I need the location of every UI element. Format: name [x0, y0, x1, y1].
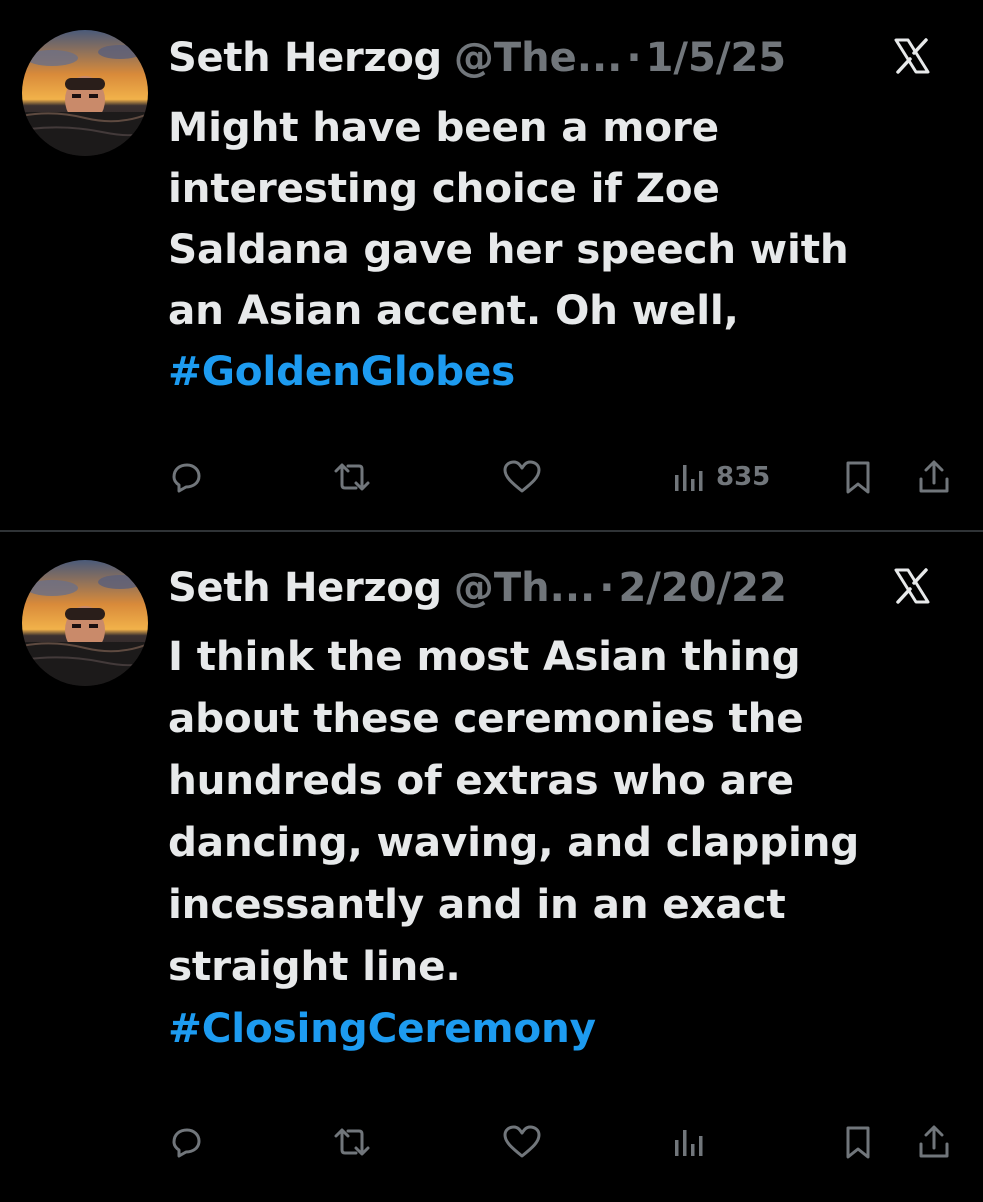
like-button[interactable]	[500, 452, 544, 502]
share-button[interactable]	[914, 452, 954, 502]
tweet-text-line: interesting choice if Zoe	[168, 164, 720, 212]
tweet-date[interactable]: 2/20/22	[618, 565, 786, 611]
repost-icon	[330, 457, 374, 497]
views-icon	[672, 1122, 706, 1162]
separator-dot: ·	[599, 565, 615, 611]
views-button[interactable]	[672, 1117, 716, 1167]
tweet-text-line: dancing, waving, and clapping	[168, 818, 860, 866]
avatar[interactable]	[22, 560, 148, 686]
reply-button[interactable]	[166, 1117, 206, 1167]
views-button[interactable]: 835	[672, 452, 770, 502]
views-icon	[672, 457, 706, 497]
share-icon	[914, 457, 954, 497]
avatar[interactable]	[22, 30, 148, 156]
tweet-text-line: about these ceremonies the	[168, 694, 804, 742]
repost-icon	[330, 1122, 374, 1162]
author-handle[interactable]: @Th...	[454, 565, 595, 611]
like-icon	[500, 457, 544, 497]
tweet-text: I think the most Asian thing about these…	[168, 625, 948, 1059]
tweet-text-line: incessantly and in an exact	[168, 880, 786, 928]
tweet-text: Might have been a more interesting choic…	[168, 97, 948, 402]
tweet-text-line: Might have been a more	[168, 103, 719, 151]
bookmark-icon	[838, 1122, 878, 1162]
hashtag-link[interactable]: #GoldenGlobes	[168, 341, 948, 402]
x-logo-icon	[892, 566, 932, 606]
reply-button[interactable]	[166, 452, 206, 502]
tweet-header: Seth Herzog @The... · 1/5/25	[168, 32, 958, 84]
tweet-text-line: Saldana gave her speech with	[168, 225, 849, 273]
like-icon	[500, 1122, 544, 1162]
bookmark-button[interactable]	[838, 1117, 878, 1167]
repost-button[interactable]	[330, 1117, 374, 1167]
share-button[interactable]	[914, 1117, 954, 1167]
tweet-text-line: an Asian accent. Oh well,	[168, 286, 739, 334]
tweet-header: Seth Herzog @Th... · 2/20/22	[168, 562, 958, 614]
tweet-text-line: hundreds of extras who are	[168, 756, 794, 804]
share-icon	[914, 1122, 954, 1162]
reply-icon	[166, 1122, 206, 1162]
repost-button[interactable]	[330, 452, 374, 502]
author-name[interactable]: Seth Herzog	[168, 35, 442, 81]
author-name[interactable]: Seth Herzog	[168, 565, 442, 611]
hashtag-link[interactable]: #ClosingCeremony	[168, 997, 948, 1059]
bookmark-icon	[838, 457, 878, 497]
tweet-actions: 835	[160, 452, 960, 502]
tweet-card[interactable]: Seth Herzog @The... · 1/5/25 Might have …	[0, 0, 983, 530]
bookmark-button[interactable]	[838, 452, 878, 502]
tweet-card[interactable]: Seth Herzog @Th... · 2/20/22 I think the…	[0, 532, 983, 1202]
reply-icon	[166, 457, 206, 497]
x-logo-icon	[892, 36, 932, 76]
tweet-text-line: straight line.	[168, 942, 461, 990]
separator-dot: ·	[626, 35, 642, 81]
author-handle[interactable]: @The...	[454, 35, 622, 81]
tweet-text-line: I think the most Asian thing	[168, 632, 801, 680]
like-button[interactable]	[500, 1117, 544, 1167]
tweet-date[interactable]: 1/5/25	[646, 35, 787, 81]
view-count: 835	[716, 462, 771, 492]
tweet-actions	[160, 1117, 960, 1167]
